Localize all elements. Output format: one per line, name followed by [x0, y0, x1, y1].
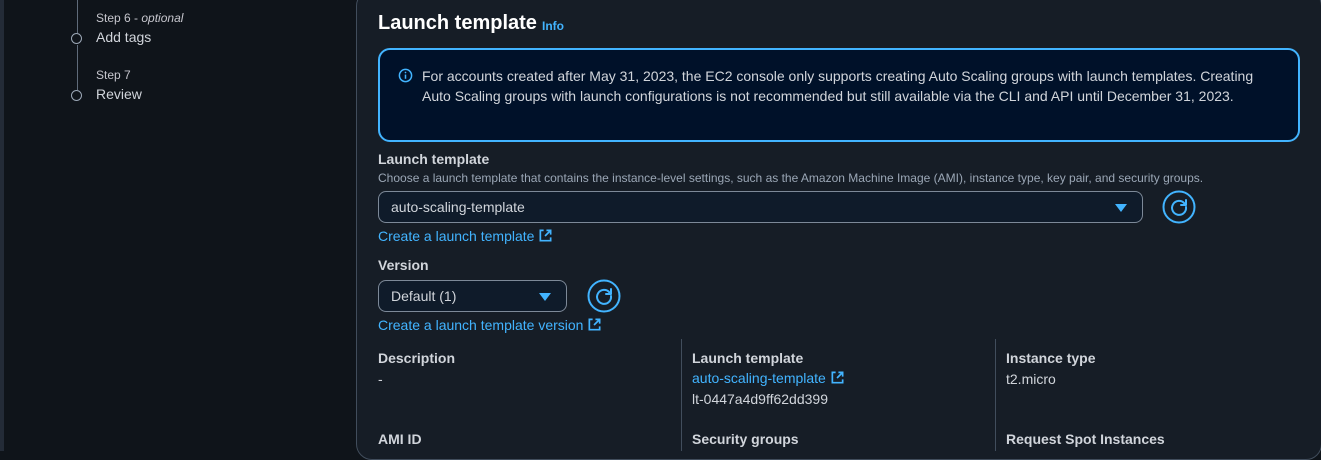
launch-template-select-value: auto-scaling-template: [391, 199, 525, 215]
version-select[interactable]: Default (1): [378, 280, 567, 312]
step-7-circle-icon: [71, 90, 82, 101]
caret-down-icon: [1115, 204, 1127, 212]
launch-template-description: Choose a launch template that contains t…: [378, 171, 1204, 185]
step-6-meta: Step 6 - optional: [96, 11, 184, 25]
refresh-icon[interactable]: [1162, 190, 1196, 224]
instance-type-label: Instance type: [1006, 350, 1096, 366]
step-6-circle-icon: [71, 33, 82, 44]
detail-launch-template-label: Launch template: [692, 350, 804, 366]
column-divider: [681, 339, 682, 451]
step-7-title[interactable]: Review: [96, 86, 142, 102]
version-select-value: Default (1): [391, 288, 457, 304]
info-icon: [398, 68, 413, 83]
step-6-title[interactable]: Add tags: [96, 29, 151, 45]
alert-message: For accounts created after May 31, 2023,…: [422, 68, 1254, 104]
wizard-steps: Step 6 - optional Add tags Step 7 Review: [0, 0, 355, 451]
version-label: Version: [378, 257, 429, 273]
launch-template-detail-link[interactable]: auto-scaling-template: [692, 370, 845, 386]
section-title: Launch template: [378, 12, 537, 34]
external-link-icon: [588, 318, 601, 331]
step-connector: [77, 45, 78, 90]
ami-id-label: AMI ID: [378, 431, 422, 447]
create-launch-template-link[interactable]: Create a launch template: [378, 228, 553, 244]
step-7-meta: Step 7: [96, 68, 131, 82]
column-divider: [995, 339, 996, 451]
refresh-icon[interactable]: [587, 279, 621, 313]
security-groups-label: Security groups: [692, 431, 799, 447]
info-link[interactable]: Info: [542, 19, 564, 33]
instance-type-value: t2.micro: [1006, 371, 1056, 387]
description-value: -: [378, 371, 383, 387]
launch-template-select[interactable]: auto-scaling-template: [378, 191, 1143, 223]
info-alert: For accounts created after May 31, 2023,…: [378, 48, 1300, 142]
create-launch-template-version-link[interactable]: Create a launch template version: [378, 317, 602, 333]
external-link-icon: [539, 229, 552, 242]
step-connector: [77, 0, 78, 33]
caret-down-icon: [539, 293, 551, 301]
request-spot-label: Request Spot Instances: [1006, 431, 1165, 447]
description-label: Description: [378, 350, 456, 366]
external-link-icon: [831, 371, 844, 384]
launch-template-id: lt-0447a4d9ff62dd399: [692, 391, 828, 407]
launch-template-label: Launch template: [378, 151, 490, 167]
